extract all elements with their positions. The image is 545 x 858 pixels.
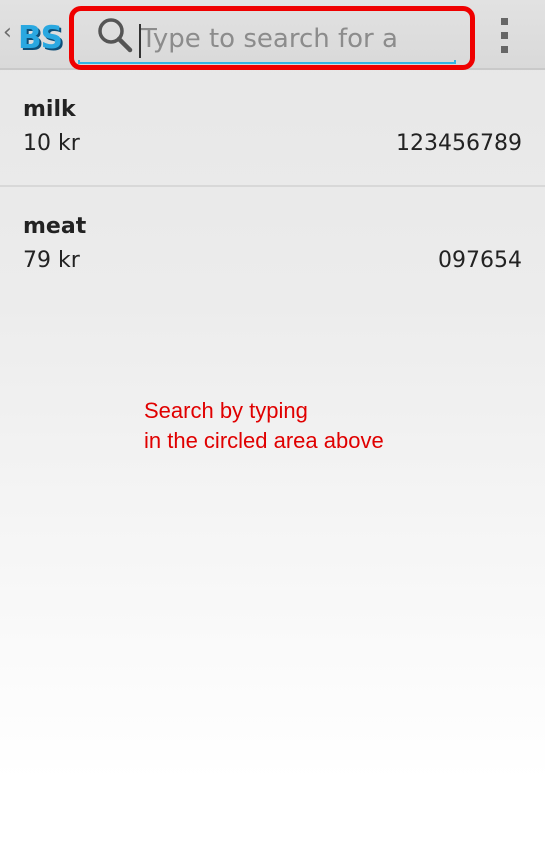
action-bar: ‹ BS Type to search for a product [0, 0, 545, 70]
overflow-menu-button[interactable] [488, 10, 522, 60]
menu-dot [501, 18, 508, 25]
annotation-line-1: Search by typing [144, 398, 308, 423]
product-code: 123456789 [396, 131, 522, 156]
product-price: 79 kr [23, 248, 80, 273]
annotation-line-2: in the circled area above [144, 428, 384, 453]
product-name: milk [23, 97, 76, 122]
search-box[interactable]: Type to search for a product [78, 10, 456, 66]
menu-dot [501, 46, 508, 53]
list-item[interactable]: milk 10 kr 123456789 [0, 70, 545, 185]
search-field-underline [78, 60, 456, 64]
product-list: milk 10 kr 123456789 meat 79 kr 097654 [0, 70, 545, 302]
product-name: meat [23, 214, 87, 239]
app-logo: BS [18, 20, 63, 56]
list-item[interactable]: meat 79 kr 097654 [0, 185, 545, 302]
menu-dot [501, 32, 508, 39]
up-caret-icon: ‹ [3, 20, 12, 45]
product-code: 097654 [438, 248, 522, 273]
search-input[interactable] [136, 14, 454, 66]
home-up-button[interactable]: ‹ BS [0, 6, 66, 62]
product-price: 10 kr [23, 131, 80, 156]
search-icon [98, 18, 133, 53]
annotation-note: Search by typing in the circled area abo… [144, 396, 384, 456]
